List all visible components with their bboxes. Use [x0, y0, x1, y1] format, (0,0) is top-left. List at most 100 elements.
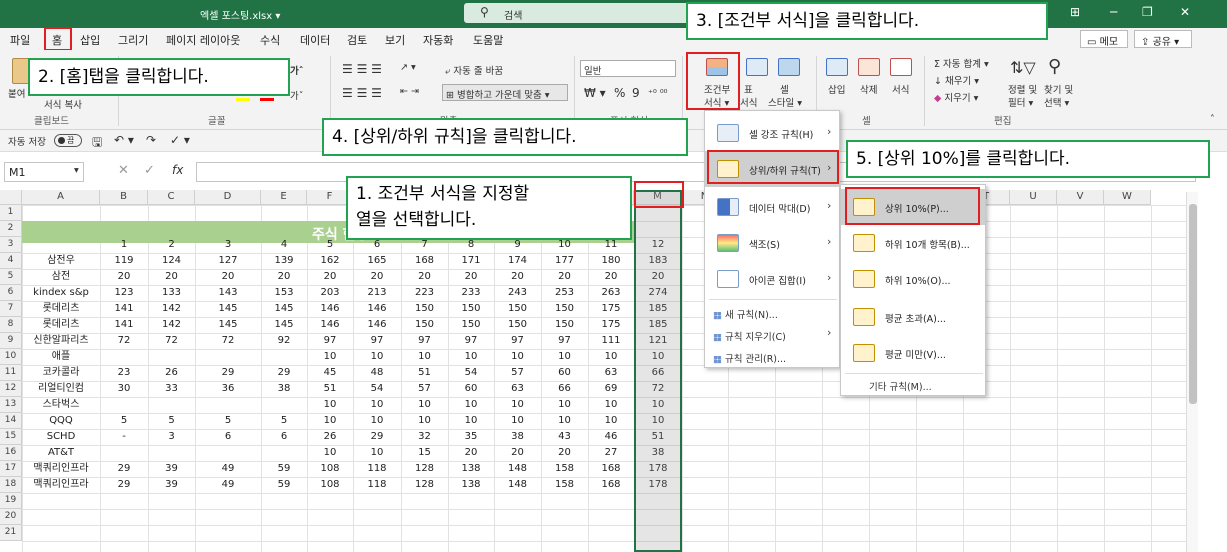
table-cell[interactable]: 72	[100, 334, 148, 349]
table-cell[interactable]	[100, 398, 148, 413]
table-cell[interactable]: 6	[195, 430, 261, 445]
row-header[interactable]: 14	[0, 413, 22, 429]
row-header[interactable]: 8	[0, 317, 22, 333]
insert-function-icon[interactable]: fx	[172, 163, 183, 177]
table-cell[interactable]: 5	[261, 414, 307, 429]
font-color-icon[interactable]: 가ˇ	[290, 88, 304, 102]
table-cell[interactable]	[100, 350, 148, 365]
table-cell[interactable]: 146	[353, 318, 401, 333]
table-cell[interactable]	[148, 446, 195, 461]
table-cell[interactable]: 150	[401, 318, 448, 333]
customize-qat-icon[interactable]: ✓ ▾	[170, 133, 190, 147]
table-cell[interactable]: 5	[195, 414, 261, 429]
table-cell[interactable]: 253	[541, 286, 588, 301]
tab-draw[interactable]: 그리기	[118, 32, 148, 48]
table-cell[interactable]: 10	[353, 446, 401, 461]
table-cell[interactable]: 150	[494, 318, 541, 333]
table-cell[interactable]: 119	[100, 254, 148, 269]
row-header[interactable]: 18	[0, 477, 22, 493]
decimal-icon[interactable]: ⁺⁰ ⁰⁰	[648, 88, 667, 99]
table-cell[interactable]: 43	[541, 430, 588, 445]
table-cell[interactable]: 175	[588, 302, 634, 317]
table-header-cell[interactable]	[22, 238, 100, 253]
table-cell[interactable]: 23	[100, 366, 148, 381]
table-cell[interactable]: 146	[307, 302, 353, 317]
table-cell[interactable]: 150	[401, 302, 448, 317]
column-header-c[interactable]: C	[148, 190, 195, 205]
table-cell[interactable]: 35	[448, 430, 494, 445]
table-cell[interactable]: 59	[261, 462, 307, 477]
wrap-text-button[interactable]: ⤶ 자동 줄 바꿈	[445, 63, 503, 77]
enter-icon[interactable]: ✓	[144, 163, 155, 178]
row-label-cell[interactable]: 애플	[22, 350, 100, 365]
row-label-cell[interactable]: kindex s&p	[22, 286, 100, 301]
row-label-cell[interactable]: 롯데리츠	[22, 318, 100, 333]
row-label-cell[interactable]: 스타벅스	[22, 398, 100, 413]
align-left-icon[interactable]: ☰ ☰ ☰	[342, 86, 382, 100]
table-cell[interactable]: 63	[588, 366, 634, 381]
table-cell[interactable]: 180	[588, 254, 634, 269]
table-cell[interactable]: 97	[401, 334, 448, 349]
menu-item-icon-sets[interactable]: 아이콘 집합(I) ›	[705, 261, 839, 297]
column-header-w[interactable]: W	[1104, 190, 1151, 205]
table-cell[interactable]: 29	[353, 430, 401, 445]
table-cell[interactable]: 97	[353, 334, 401, 349]
table-cell[interactable]: 39	[148, 462, 195, 477]
table-cell[interactable]: 63	[494, 382, 541, 397]
table-cell[interactable]: 168	[588, 478, 634, 493]
row-label-cell[interactable]: 신한알파리츠	[22, 334, 100, 349]
table-cell[interactable]: 20	[261, 270, 307, 285]
row-header[interactable]: 10	[0, 349, 22, 365]
autosave-toggle[interactable]: 끔	[54, 134, 82, 147]
row-header[interactable]: 4	[0, 253, 22, 269]
row-label-cell[interactable]: 삼전우	[22, 254, 100, 269]
comments-button[interactable]: ▭ 메모	[1080, 30, 1128, 48]
currency-icon[interactable]: ₩ ▾	[584, 86, 606, 100]
table-cell[interactable]: 54	[353, 382, 401, 397]
table-cell[interactable]: 168	[588, 462, 634, 477]
table-cell[interactable]: 150	[541, 302, 588, 317]
undo-icon[interactable]: ↶ ▾	[114, 133, 134, 147]
table-cell[interactable]: 233	[448, 286, 494, 301]
table-cell[interactable]: 142	[148, 302, 195, 317]
row-label-cell[interactable]: SCHD	[22, 430, 100, 445]
table-cell[interactable]: 10	[353, 350, 401, 365]
table-cell[interactable]: 60	[448, 382, 494, 397]
column-header-e[interactable]: E	[261, 190, 307, 205]
table-cell[interactable]: 10	[494, 398, 541, 413]
row-header[interactable]: 21	[0, 525, 22, 541]
table-cell[interactable]: 10	[541, 350, 588, 365]
table-cell[interactable]: 128	[401, 478, 448, 493]
table-header-cell[interactable]: 4	[261, 238, 307, 253]
tab-review[interactable]: 검토	[347, 32, 367, 48]
tab-file[interactable]: 파일	[10, 32, 30, 48]
table-cell[interactable]: 92	[261, 334, 307, 349]
table-cell[interactable]	[100, 446, 148, 461]
table-cell[interactable]: 128	[401, 462, 448, 477]
save-icon[interactable]: 🖫	[92, 133, 102, 154]
table-cell[interactable]: 46	[588, 430, 634, 445]
tab-page-layout[interactable]: 페이지 레이아웃	[166, 32, 240, 48]
table-cell[interactable]: 29	[261, 366, 307, 381]
namebox-dropdown-icon[interactable]: ▾	[74, 165, 79, 176]
table-cell[interactable]: 168	[401, 254, 448, 269]
table-cell[interactable]: 118	[353, 478, 401, 493]
table-cell[interactable]	[261, 398, 307, 413]
table-cell[interactable]: 69	[588, 382, 634, 397]
table-cell[interactable]: 10	[541, 398, 588, 413]
menu-item-clear-rules[interactable]: ▦ 규칙 지우기(C)	[713, 329, 786, 343]
cancel-icon[interactable]: ✕	[118, 163, 129, 178]
table-cell[interactable]: 10	[307, 398, 353, 413]
redo-icon[interactable]: ↷	[146, 133, 156, 147]
table-cell[interactable]: 223	[401, 286, 448, 301]
table-cell[interactable]: 10	[448, 414, 494, 429]
row-header[interactable]: 11	[0, 365, 22, 381]
table-cell[interactable]: 29	[195, 366, 261, 381]
table-cell[interactable]: 48	[353, 366, 401, 381]
select-all-corner[interactable]	[0, 190, 22, 205]
table-header-cell[interactable]: 1	[100, 238, 148, 253]
tab-view[interactable]: 보기	[385, 32, 405, 48]
table-cell[interactable]: 97	[494, 334, 541, 349]
table-cell[interactable]: 49	[195, 462, 261, 477]
table-cell[interactable]: 263	[588, 286, 634, 301]
